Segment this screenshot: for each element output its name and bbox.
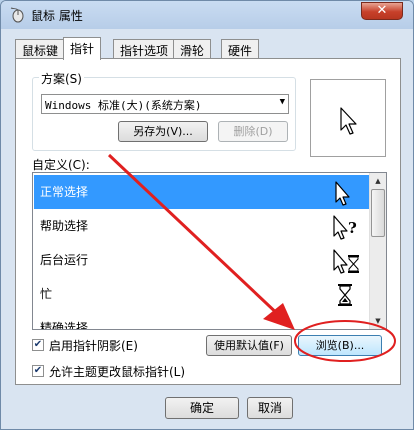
tab-hardware[interactable]: 硬件 [221, 39, 260, 59]
tab-pointer-options[interactable]: 指针选项 [113, 39, 176, 59]
scheme-label: 方案(S) [39, 70, 84, 87]
checkmark-icon: ✔ [33, 365, 43, 376]
scheme-selected-value: Windows 标准(大)(系统方案) [45, 99, 202, 112]
list-item[interactable]: 后台运行 [34, 243, 369, 277]
theme-label: 允许主题更改鼠标指针(L) [49, 365, 186, 379]
svg-text:?: ? [348, 219, 357, 237]
checkmark-icon: ✔ [33, 339, 43, 350]
customize-label: 自定义(C): [32, 158, 90, 172]
title-bar[interactable]: 鼠标 属性 ✕ [1, 1, 413, 29]
scheme-group: 方案(S) Windows 标准(大)(系统方案) ▼ 另存为(V)... 删除… [32, 70, 296, 151]
scroll-up-icon[interactable]: ▲ [370, 173, 386, 189]
scroll-down-icon[interactable]: ▼ [370, 313, 386, 329]
arrow-cursor-icon [335, 181, 350, 206]
arrow-cursor-icon [340, 107, 357, 135]
close-icon: ✕ [376, 3, 388, 18]
tab-wheel[interactable]: 滑轮 [173, 39, 212, 59]
list-scrollbar[interactable]: ▲ ▼ [369, 173, 386, 329]
help-cursor-icon: ? [333, 215, 357, 240]
pointers-panel: 方案(S) Windows 标准(大)(系统方案) ▼ 另存为(V)... 删除… [15, 58, 401, 385]
save-as-button[interactable]: 另存为(V)... [118, 121, 208, 142]
delete-button[interactable]: 删除(D) [218, 121, 288, 142]
cursor-preview [310, 79, 386, 157]
tab-buttons[interactable]: 鼠标键 [15, 39, 66, 59]
window-title: 鼠标 属性 [31, 9, 83, 23]
scheme-dropdown[interactable]: Windows 标准(大)(系统方案) ▼ [41, 94, 289, 114]
cancel-button[interactable]: 取消 [247, 397, 293, 419]
browse-button[interactable]: 浏览(B)... [298, 335, 382, 356]
working-cursor-icon [333, 249, 359, 274]
mouse-icon [10, 7, 24, 23]
close-button[interactable]: ✕ [361, 2, 403, 20]
list-item[interactable]: 忙 [34, 277, 369, 311]
theme-checkbox[interactable]: ✔ [32, 365, 44, 377]
tab-pointers[interactable]: 指针 [63, 37, 102, 60]
scroll-thumb[interactable] [371, 189, 385, 237]
use-default-button[interactable]: 使用默认值(F) [206, 335, 292, 356]
list-item[interactable]: 精确选择 [34, 311, 369, 329]
mouse-properties-window: 鼠标 属性 ✕ 鼠标键 指针 指针选项 滑轮 硬件 方案(S) Windows … [0, 0, 414, 430]
shadow-checkbox[interactable]: ✔ [32, 339, 44, 351]
cursor-list[interactable]: 正常选择 帮助选择 ? 后台运行 忙 精确选择 ▲ ▼ [32, 172, 387, 330]
list-item[interactable]: 正常选择 [34, 175, 369, 209]
ok-button[interactable]: 确定 [165, 397, 239, 419]
hourglass-cursor-icon [338, 284, 352, 306]
list-item[interactable]: 帮助选择 ? [34, 209, 369, 243]
shadow-label: 启用指针阴影(E) [49, 339, 138, 353]
chevron-down-icon: ▼ [279, 97, 285, 107]
